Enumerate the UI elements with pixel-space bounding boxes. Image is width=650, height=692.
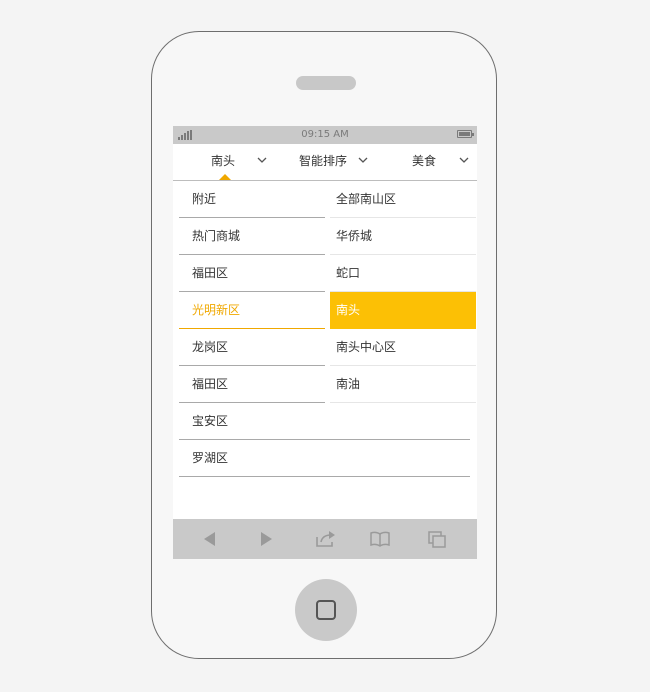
- tab-sort-label: 智能排序: [299, 154, 348, 168]
- subarea-item[interactable]: 华侨城: [330, 218, 476, 255]
- subarea-list: 全部南山区 华侨城 蛇口 南头 南头中心区 南油: [330, 181, 476, 403]
- subarea-item-label: 南头中心区: [336, 340, 397, 354]
- subarea-item-label: 蛇口: [336, 266, 361, 280]
- tab-category[interactable]: 美食: [377, 144, 477, 180]
- subarea-item-selected[interactable]: 南头: [330, 292, 476, 329]
- browser-toolbar: [173, 519, 477, 559]
- district-item-label: 福田区: [192, 377, 229, 391]
- district-list: 附近 热门商城 福田区 光明新区 龙岗区 福田区 宝安区 罗湖区: [179, 181, 470, 477]
- district-item[interactable]: 热门商城: [179, 218, 325, 255]
- subarea-item-label: 南头: [336, 303, 361, 317]
- district-item[interactable]: 龙岗区: [179, 329, 325, 366]
- phone-frame: 09:15 AM 南头 智能排序 美食 附近 热门商城 福田区 光明新区 龙岗区…: [151, 31, 497, 659]
- status-bar: 09:15 AM: [173, 126, 477, 144]
- chevron-down-icon: [459, 156, 469, 164]
- tab-area-label: 南头: [211, 154, 236, 168]
- subarea-item[interactable]: 南头中心区: [330, 329, 476, 366]
- district-item[interactable]: 罗湖区: [179, 440, 470, 477]
- chevron-down-icon: [358, 156, 368, 164]
- tabs-icon[interactable]: [426, 529, 448, 549]
- status-time: 09:15 AM: [301, 129, 349, 140]
- selected-tab-marker: [219, 174, 231, 180]
- back-icon[interactable]: [199, 529, 221, 549]
- tab-area[interactable]: 南头: [173, 144, 273, 180]
- subarea-item[interactable]: 全部南山区: [330, 181, 476, 218]
- subarea-item[interactable]: 蛇口: [330, 255, 476, 292]
- share-icon[interactable]: [314, 529, 336, 549]
- filter-bar: 南头 智能排序 美食: [173, 144, 477, 181]
- district-item-label: 罗湖区: [192, 451, 229, 465]
- district-item-label: 光明新区: [192, 303, 241, 317]
- district-item[interactable]: 宝安区: [179, 403, 470, 440]
- phone-speaker: [296, 76, 356, 90]
- home-button[interactable]: [295, 579, 357, 641]
- subarea-item-label: 华侨城: [336, 229, 373, 243]
- chevron-down-icon: [257, 156, 267, 164]
- subarea-item[interactable]: 南油: [330, 366, 476, 403]
- district-item[interactable]: 福田区: [179, 255, 325, 292]
- tab-sort[interactable]: 智能排序: [273, 144, 377, 180]
- district-item-label: 龙岗区: [192, 340, 229, 354]
- bookmarks-icon[interactable]: [369, 529, 391, 549]
- district-item-selected[interactable]: 光明新区: [179, 292, 325, 329]
- battery-icon: [457, 130, 474, 138]
- district-item-label: 福田区: [192, 266, 229, 280]
- district-item[interactable]: 附近: [179, 181, 325, 218]
- subarea-item-label: 全部南山区: [336, 192, 397, 206]
- forward-icon[interactable]: [255, 529, 277, 549]
- district-item-label: 宝安区: [192, 414, 229, 428]
- phone-screen: 09:15 AM 南头 智能排序 美食 附近 热门商城 福田区 光明新区 龙岗区…: [173, 126, 477, 559]
- district-item-label: 附近: [192, 192, 217, 206]
- subarea-item-label: 南油: [336, 377, 361, 391]
- district-item[interactable]: 福田区: [179, 366, 325, 403]
- district-item-label: 热门商城: [192, 229, 241, 243]
- home-square-icon: [316, 600, 336, 620]
- tab-category-label: 美食: [412, 154, 437, 168]
